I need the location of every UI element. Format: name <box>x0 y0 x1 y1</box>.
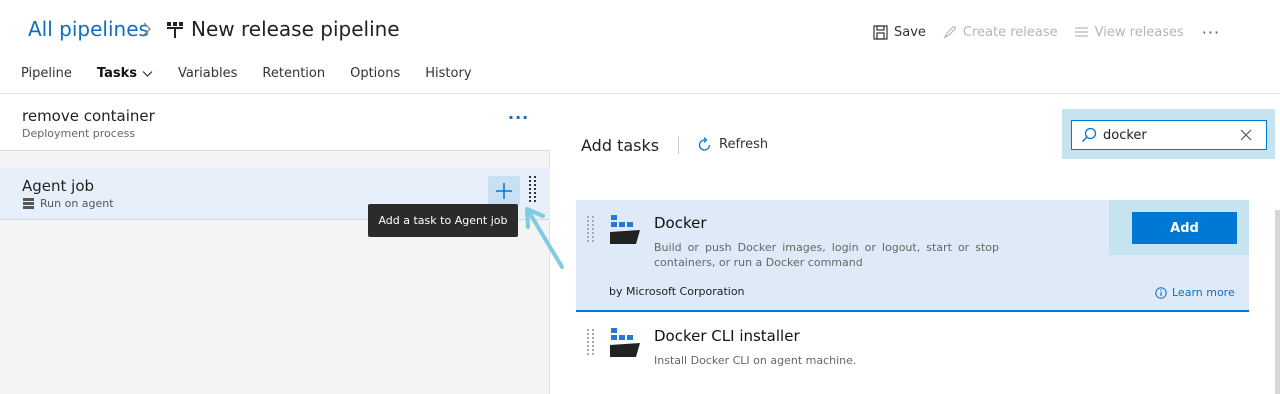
rocket-icon <box>943 25 956 38</box>
chevron-down-icon <box>142 70 153 77</box>
save-button[interactable]: Save <box>873 25 926 40</box>
add-task-tooltip: Add a task to Agent job <box>368 204 518 237</box>
toolbar-divider <box>678 136 679 154</box>
add-button[interactable]: Add <box>1132 212 1237 244</box>
save-icon <box>873 24 888 40</box>
page-title: New release pipeline <box>191 17 400 41</box>
drag-handle-icon[interactable] <box>587 216 595 246</box>
create-release-label: Create release <box>962 24 1058 40</box>
callout-arrow <box>525 207 564 269</box>
search-field[interactable] <box>1071 120 1267 150</box>
view-releases-button[interactable]: View releases <box>1074 25 1184 40</box>
view-releases-label: View releases <box>1094 24 1184 40</box>
refresh-icon <box>698 137 711 151</box>
chevron-right-icon <box>143 22 151 36</box>
plus-icon <box>496 183 512 199</box>
learn-more-link[interactable]: Learn more <box>1155 286 1235 299</box>
task-publisher: by Microsoft Corporation <box>609 285 745 298</box>
more-actions-button[interactable]: ··· <box>1202 23 1220 42</box>
drag-handle-icon[interactable] <box>587 329 595 359</box>
process-title: remove container <box>22 107 155 125</box>
task-name[interactable]: Docker CLI installer <box>654 327 800 345</box>
search-icon <box>1082 127 1097 142</box>
docker-icon <box>610 215 640 244</box>
tab-variables[interactable]: Variables <box>178 66 237 81</box>
task-list-scrollbar[interactable] <box>1275 210 1280 394</box>
drag-handle-icon[interactable] <box>529 176 537 204</box>
search-input[interactable] <box>1103 127 1233 143</box>
tab-pipeline[interactable]: Pipeline <box>21 66 72 81</box>
tab-retention[interactable]: Retention <box>262 66 325 81</box>
save-label: Save <box>894 24 926 40</box>
tab-options[interactable]: Options <box>350 66 400 81</box>
refresh-label: Refresh <box>719 137 769 152</box>
list-icon <box>1074 26 1088 37</box>
add-task-button[interactable] <box>488 176 520 206</box>
learn-more-label: Learn more <box>1172 286 1235 299</box>
docker-icon <box>610 328 640 357</box>
server-icon <box>23 198 34 209</box>
breadcrumb-all-pipelines[interactable]: All pipelines <box>28 17 149 41</box>
refresh-button[interactable]: Refresh <box>697 137 768 152</box>
agent-job-subtitle: Run on agent <box>40 197 114 210</box>
tab-bar: Pipeline Tasks Variables Retention Optio… <box>21 66 497 81</box>
header-actions: Save Create release View releases ··· <box>873 22 1220 42</box>
close-icon[interactable] <box>1239 128 1253 142</box>
task-description: Build or push Docker images, login or lo… <box>654 241 999 269</box>
tab-history[interactable]: History <box>425 66 471 81</box>
process-more-button[interactable]: ··· <box>508 108 529 127</box>
tab-tasks[interactable]: Tasks <box>97 66 153 81</box>
info-icon <box>1155 286 1167 299</box>
agent-job-title: Agent job <box>22 177 95 195</box>
task-description: Install Docker CLI on agent machine. <box>654 354 857 367</box>
create-release-button[interactable]: Create release <box>942 25 1058 40</box>
task-name: Docker <box>654 214 707 232</box>
release-pipeline-icon <box>167 22 183 38</box>
process-subtitle: Deployment process <box>22 127 136 140</box>
add-tasks-heading: Add tasks <box>581 136 660 155</box>
